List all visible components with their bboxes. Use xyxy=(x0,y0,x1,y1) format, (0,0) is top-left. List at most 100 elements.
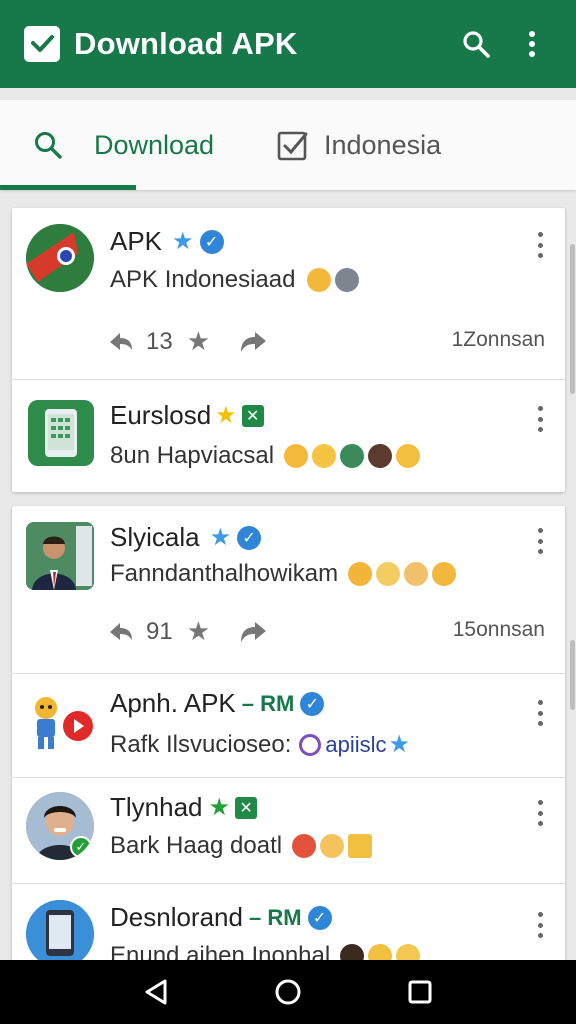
emoji-icon xyxy=(376,562,401,586)
list-item[interactable]: APK ★ ✓ APK Indonesiaad 13 ★ 1Zonnsan xyxy=(12,208,565,380)
app-title: Download APK xyxy=(74,26,298,61)
action-row: 91 ★ xyxy=(108,616,268,647)
app-subtitle-line: Rafk Ilsvucioseo: apiislc ★ xyxy=(110,730,410,759)
app-subtitle-line: 8un Hapviacsal xyxy=(110,442,421,470)
app-title-line: Desnlorand – RM ✓ xyxy=(110,902,332,933)
rm-tag: – RM xyxy=(248,904,302,930)
emoji-icon xyxy=(348,834,373,858)
app-card: APK ★ ✓ APK Indonesiaad 13 ★ 1Zonnsan Eu… xyxy=(12,208,565,492)
avatar: ✓ xyxy=(26,792,94,860)
recents-icon[interactable] xyxy=(400,972,440,1012)
close-icon: ✕ xyxy=(235,796,258,819)
more-options-icon[interactable] xyxy=(535,528,545,554)
star-icon: ★ xyxy=(172,228,194,255)
emoji-icon xyxy=(368,444,393,468)
star-icon: ★ xyxy=(215,402,237,429)
app-icon xyxy=(28,400,94,466)
rm-tag: – RM xyxy=(241,690,295,716)
system-nav-bar xyxy=(0,960,576,1024)
app-subtitle-line: APK Indonesiaad xyxy=(110,266,360,294)
app-title-line: Eurslosd ★ ✕ xyxy=(110,400,264,431)
tab-indonesia[interactable]: Indonesia xyxy=(252,100,441,190)
overflow-menu-icon[interactable] xyxy=(512,24,552,64)
emoji-icon xyxy=(292,834,317,858)
app-icon xyxy=(26,224,94,292)
emoji-icon xyxy=(340,444,365,468)
timestamp: 15onnsan xyxy=(452,618,545,641)
app-icon xyxy=(26,900,94,968)
timestamp: 1Zonnsan xyxy=(451,328,545,351)
home-icon[interactable] xyxy=(268,972,308,1012)
star-icon: ★ xyxy=(388,731,411,758)
tab-indonesia-label: Indonesia xyxy=(324,129,442,160)
emoji-icon xyxy=(312,444,337,468)
tab-download[interactable]: Download xyxy=(0,100,252,190)
action-row: 13 ★ xyxy=(108,326,268,357)
close-icon: ✕ xyxy=(241,404,264,427)
verified-icon: ✓ xyxy=(307,905,332,930)
check-icon: ✓ xyxy=(70,836,92,858)
list-item[interactable]: Eurslosd ★ ✕ 8un Hapviacsal xyxy=(12,380,565,492)
emoji-icon xyxy=(335,268,360,292)
app-link[interactable]: apiislc xyxy=(325,732,386,758)
star-icon[interactable]: ★ xyxy=(187,616,210,647)
emoji-icon xyxy=(432,562,457,586)
app-bar: Download APK xyxy=(0,0,576,88)
star-icon: ★ xyxy=(208,794,231,821)
more-options-icon[interactable] xyxy=(535,232,545,258)
app-name: Slyicala xyxy=(110,522,200,552)
star-icon[interactable]: ★ xyxy=(187,326,210,357)
app-title-line: Tlynhad ★ ✕ xyxy=(110,792,258,823)
checkbox-icon xyxy=(277,131,308,161)
scrollbar[interactable] xyxy=(570,244,575,394)
tab-bar: Download Indonesia xyxy=(0,100,576,190)
emoji-icon xyxy=(404,562,429,586)
star-icon: ★ xyxy=(209,524,232,551)
share-icon[interactable] xyxy=(238,330,268,354)
app-subtitle-line: Fanndanthalhowikam xyxy=(110,560,457,588)
list-item[interactable]: ✓ Tlynhad ★ ✕ Bark Haag doatl xyxy=(12,778,565,884)
app-name: Tlynhad xyxy=(110,792,203,822)
app-name: Eurslosd xyxy=(110,400,212,430)
app-card: Slyicala ★ ✓ Fanndanthalhowikam 91 ★ 15o… xyxy=(12,506,565,974)
reply-icon[interactable] xyxy=(108,620,134,644)
reply-icon[interactable] xyxy=(108,330,134,354)
emoji-icon xyxy=(348,562,373,586)
emoji-icon xyxy=(396,444,421,468)
more-options-icon[interactable] xyxy=(535,406,545,432)
app-icon xyxy=(26,690,94,758)
emoji-icon xyxy=(299,733,322,756)
app-subtitle: Fanndanthalhowikam xyxy=(110,560,339,587)
app-icon xyxy=(26,522,94,590)
tab-download-label: Download xyxy=(94,129,215,160)
like-count: 13 xyxy=(146,327,173,355)
scrollbar[interactable] xyxy=(570,640,575,710)
app-list: APK ★ ✓ APK Indonesiaad 13 ★ 1Zonnsan Eu… xyxy=(12,208,565,974)
app-subtitle: APK Indonesiaad xyxy=(110,266,296,293)
search-icon[interactable] xyxy=(456,24,496,64)
app-subtitle: Bark Haag doatl xyxy=(110,832,283,859)
list-item[interactable]: Slyicala ★ ✓ Fanndanthalhowikam 91 ★ 15o… xyxy=(12,506,565,674)
more-options-icon[interactable] xyxy=(535,800,545,826)
emoji-icon xyxy=(284,444,309,468)
like-count: 91 xyxy=(146,617,173,645)
app-name: APK xyxy=(110,226,163,256)
search-icon xyxy=(35,132,62,159)
app-title-line: APK ★ ✓ xyxy=(110,226,224,257)
verified-icon: ✓ xyxy=(199,229,224,254)
emoji-icon xyxy=(307,268,332,292)
app-logo-icon xyxy=(24,26,60,62)
app-name: Desnlorand xyxy=(110,902,243,932)
verified-icon: ✓ xyxy=(300,691,325,716)
more-options-icon[interactable] xyxy=(535,700,545,726)
app-name: Apnh. APK xyxy=(110,688,236,718)
share-icon[interactable] xyxy=(238,620,268,644)
verified-icon: ✓ xyxy=(237,525,262,550)
app-subtitle: 8un Hapviacsal xyxy=(110,442,275,469)
list-item[interactable]: Apnh. APK – RM ✓ Rafk Ilsvucioseo: apiis… xyxy=(12,674,565,778)
more-options-icon[interactable] xyxy=(535,912,545,938)
emoji-icon xyxy=(320,834,345,858)
app-subtitle: Rafk Ilsvucioseo: xyxy=(110,730,292,758)
app-title-line: Apnh. APK – RM ✓ xyxy=(110,688,325,719)
back-icon[interactable] xyxy=(136,972,176,1012)
